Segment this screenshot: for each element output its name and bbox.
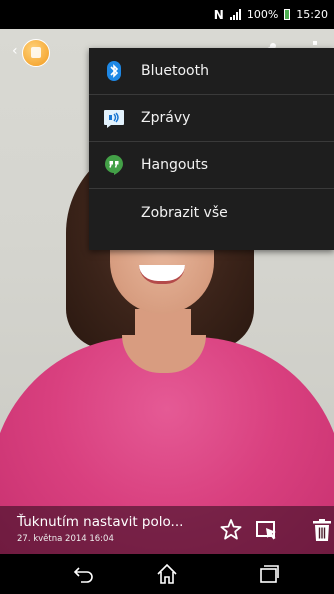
battery-icon xyxy=(284,9,291,20)
photo-title[interactable]: Ťuknutím nastavit polo... xyxy=(17,514,183,530)
signal-icon xyxy=(229,9,241,20)
menu-item-messages[interactable]: Zprávy xyxy=(89,95,334,142)
messages-icon xyxy=(104,110,124,128)
menu-item-show-all[interactable]: Zobrazit vše xyxy=(89,189,334,236)
star-outline-icon[interactable] xyxy=(219,518,243,542)
menu-item-hangouts[interactable]: Hangouts xyxy=(89,142,334,189)
menu-item-label: Hangouts xyxy=(141,157,209,173)
set-as-icon[interactable] xyxy=(255,519,279,541)
home-icon[interactable] xyxy=(155,562,179,586)
navigation-bar xyxy=(0,554,334,594)
trash-icon[interactable] xyxy=(311,518,333,542)
menu-item-label: Zobrazit vše xyxy=(141,204,228,221)
chevron-left-icon[interactable]: ‹ xyxy=(12,43,18,59)
nfc-icon: N xyxy=(213,7,224,22)
status-bar: N 100% 15:20 xyxy=(0,0,334,29)
photo-info-bar: Ťuknutím nastavit polo... 27. května 201… xyxy=(0,506,334,554)
menu-item-bluetooth[interactable]: Bluetooth xyxy=(89,48,334,95)
back-arrow-icon[interactable] xyxy=(72,563,96,585)
photo-date: 27. května 2014 16:04 xyxy=(17,534,114,544)
share-menu: Bluetooth Zprávy Hangouts Zobrazit vše xyxy=(89,48,334,250)
battery-percent: 100% xyxy=(246,8,279,21)
menu-item-label: Bluetooth xyxy=(141,63,209,79)
hangouts-icon xyxy=(105,155,123,175)
album-app-icon[interactable] xyxy=(22,39,50,67)
bluetooth-icon xyxy=(107,61,121,81)
clock: 15:20 xyxy=(296,8,328,21)
recents-icon[interactable] xyxy=(258,563,280,585)
menu-item-label: Zprávy xyxy=(141,110,191,126)
